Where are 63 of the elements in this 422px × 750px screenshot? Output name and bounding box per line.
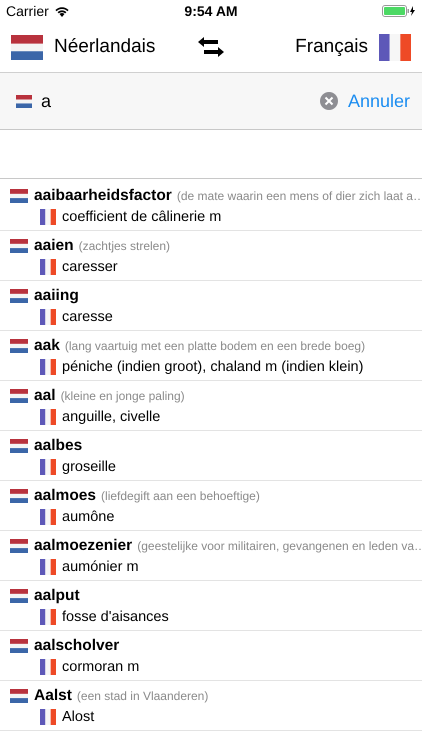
netherlands-flag-icon [10,289,28,303]
translation: péniche (indien groot), chaland m (indien klein) [62,359,364,375]
clear-icon[interactable] [320,92,338,110]
wifi-icon [54,5,70,17]
headword[interactable]: aalscholver [34,637,120,655]
definition-note: (kleine en jonge paling) [60,389,185,403]
france-flag-icon [40,259,56,275]
netherlands-flag-icon [10,389,28,403]
swap-icon[interactable] [196,36,226,58]
netherlands-flag-icon [10,689,28,703]
source-language-button[interactable]: Néerlandais [11,34,156,60]
headword[interactable]: aaiing [34,287,79,305]
netherlands-flag-icon [10,189,28,203]
headword[interactable]: aalmoezenier [34,537,132,555]
netherlands-flag-icon [10,339,28,353]
netherlands-flag-icon [10,439,28,453]
france-flag-icon [40,709,56,725]
france-flag-icon [40,209,56,225]
clock: 9:54 AM [184,3,238,19]
translation: cormoran m [62,659,140,675]
headword[interactable]: Aalst [34,687,72,705]
netherlands-flag-icon [10,639,28,653]
france-flag-icon [40,509,56,525]
translation: Alost [62,709,94,725]
definition-note: (de mate waarin een mens of dier zich laat a… [176,189,422,203]
translation: caresse [62,309,113,325]
headword[interactable]: aak [34,337,60,355]
netherlands-flag-icon [10,489,28,503]
battery-icon [382,5,416,17]
definition-note: (een stad in Vlaanderen) [76,689,208,703]
headword[interactable]: aalput [34,587,80,605]
headword[interactable]: aaien [34,237,74,255]
definition-note: (lang vaartuig met een platte bodem en een brede boeg) [64,339,366,353]
translation: anguille, civelle [62,409,160,425]
headword[interactable]: aalbes [34,437,82,455]
translation: coefficient de câlinerie m [62,209,222,225]
netherlands-flag-icon [10,239,28,253]
france-flag-icon [40,459,56,475]
translation: fosse d'aisances [62,609,169,625]
france-flag-icon [40,309,56,325]
france-flag-icon [40,559,56,575]
search-field[interactable]: a [41,90,311,112]
headword[interactable]: aaibaarheidsfactor [34,187,172,205]
translation: aumónier m [62,559,139,575]
definition-note: (geestelijke voor militairen, gevangenen en leden va… [137,539,422,553]
target-language-button[interactable]: Français [295,34,411,60]
definition-note: (zachtjes strelen) [78,239,170,253]
france-flag-icon [40,659,56,675]
netherlands-flag-icon [10,539,28,553]
translation: aumône [62,509,114,525]
france-flag-icon [40,609,56,625]
france-flag-icon [379,34,411,60]
netherlands-flag-icon [16,94,32,108]
france-flag-icon [40,359,56,375]
netherlands-flag-icon [10,589,28,603]
france-flag-icon [40,409,56,425]
netherlands-flag-icon [11,34,43,60]
headword[interactable]: aalmoes [34,487,96,505]
translation: groseille [62,459,116,475]
translation: caresser [62,259,118,275]
headword[interactable]: aal [34,387,56,405]
carrier-label: Carrier [6,3,49,19]
definition-note: (liefdegift aan een behoeftige) [101,489,260,503]
